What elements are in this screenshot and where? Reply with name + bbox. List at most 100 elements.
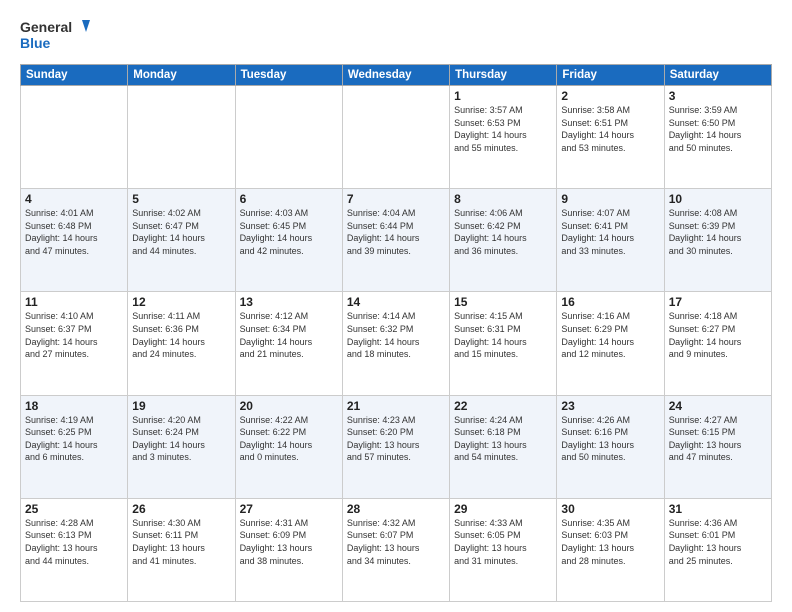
day-number: 4 bbox=[25, 192, 123, 206]
logo: General Blue bbox=[20, 16, 90, 56]
day-info: Sunrise: 4:01 AM Sunset: 6:48 PM Dayligh… bbox=[25, 207, 123, 257]
day-info: Sunrise: 3:58 AM Sunset: 6:51 PM Dayligh… bbox=[561, 104, 659, 154]
day-info: Sunrise: 4:03 AM Sunset: 6:45 PM Dayligh… bbox=[240, 207, 338, 257]
calendar: SundayMondayTuesdayWednesdayThursdayFrid… bbox=[20, 64, 772, 602]
day-number: 11 bbox=[25, 295, 123, 309]
day-number: 21 bbox=[347, 399, 445, 413]
day-info: Sunrise: 3:59 AM Sunset: 6:50 PM Dayligh… bbox=[669, 104, 767, 154]
week-row-5: 25Sunrise: 4:28 AM Sunset: 6:13 PM Dayli… bbox=[21, 498, 772, 601]
day-cell: 28Sunrise: 4:32 AM Sunset: 6:07 PM Dayli… bbox=[342, 498, 449, 601]
day-cell: 7Sunrise: 4:04 AM Sunset: 6:44 PM Daylig… bbox=[342, 189, 449, 292]
day-info: Sunrise: 4:26 AM Sunset: 6:16 PM Dayligh… bbox=[561, 414, 659, 464]
day-cell: 6Sunrise: 4:03 AM Sunset: 6:45 PM Daylig… bbox=[235, 189, 342, 292]
day-info: Sunrise: 4:14 AM Sunset: 6:32 PM Dayligh… bbox=[347, 310, 445, 360]
day-cell: 16Sunrise: 4:16 AM Sunset: 6:29 PM Dayli… bbox=[557, 292, 664, 395]
day-cell: 3Sunrise: 3:59 AM Sunset: 6:50 PM Daylig… bbox=[664, 86, 771, 189]
day-info: Sunrise: 4:27 AM Sunset: 6:15 PM Dayligh… bbox=[669, 414, 767, 464]
week-row-2: 4Sunrise: 4:01 AM Sunset: 6:48 PM Daylig… bbox=[21, 189, 772, 292]
day-number: 29 bbox=[454, 502, 552, 516]
day-info: Sunrise: 4:36 AM Sunset: 6:01 PM Dayligh… bbox=[669, 517, 767, 567]
day-cell bbox=[235, 86, 342, 189]
week-row-4: 18Sunrise: 4:19 AM Sunset: 6:25 PM Dayli… bbox=[21, 395, 772, 498]
day-cell bbox=[21, 86, 128, 189]
day-cell: 29Sunrise: 4:33 AM Sunset: 6:05 PM Dayli… bbox=[450, 498, 557, 601]
day-cell: 12Sunrise: 4:11 AM Sunset: 6:36 PM Dayli… bbox=[128, 292, 235, 395]
day-info: Sunrise: 4:23 AM Sunset: 6:20 PM Dayligh… bbox=[347, 414, 445, 464]
day-info: Sunrise: 4:04 AM Sunset: 6:44 PM Dayligh… bbox=[347, 207, 445, 257]
day-number: 30 bbox=[561, 502, 659, 516]
day-number: 16 bbox=[561, 295, 659, 309]
day-info: Sunrise: 4:02 AM Sunset: 6:47 PM Dayligh… bbox=[132, 207, 230, 257]
day-cell: 15Sunrise: 4:15 AM Sunset: 6:31 PM Dayli… bbox=[450, 292, 557, 395]
day-info: Sunrise: 4:07 AM Sunset: 6:41 PM Dayligh… bbox=[561, 207, 659, 257]
day-cell: 17Sunrise: 4:18 AM Sunset: 6:27 PM Dayli… bbox=[664, 292, 771, 395]
day-info: Sunrise: 4:33 AM Sunset: 6:05 PM Dayligh… bbox=[454, 517, 552, 567]
day-cell: 23Sunrise: 4:26 AM Sunset: 6:16 PM Dayli… bbox=[557, 395, 664, 498]
logo-svg: General Blue bbox=[20, 16, 90, 56]
weekday-header-sunday: Sunday bbox=[21, 65, 128, 86]
weekday-header-friday: Friday bbox=[557, 65, 664, 86]
day-cell: 27Sunrise: 4:31 AM Sunset: 6:09 PM Dayli… bbox=[235, 498, 342, 601]
day-cell: 19Sunrise: 4:20 AM Sunset: 6:24 PM Dayli… bbox=[128, 395, 235, 498]
day-info: Sunrise: 4:18 AM Sunset: 6:27 PM Dayligh… bbox=[669, 310, 767, 360]
day-cell bbox=[128, 86, 235, 189]
svg-text:Blue: Blue bbox=[20, 35, 51, 51]
day-number: 2 bbox=[561, 89, 659, 103]
day-cell: 18Sunrise: 4:19 AM Sunset: 6:25 PM Dayli… bbox=[21, 395, 128, 498]
weekday-header-tuesday: Tuesday bbox=[235, 65, 342, 86]
weekday-header-monday: Monday bbox=[128, 65, 235, 86]
day-number: 20 bbox=[240, 399, 338, 413]
day-cell: 11Sunrise: 4:10 AM Sunset: 6:37 PM Dayli… bbox=[21, 292, 128, 395]
day-number: 23 bbox=[561, 399, 659, 413]
day-number: 19 bbox=[132, 399, 230, 413]
day-info: Sunrise: 4:28 AM Sunset: 6:13 PM Dayligh… bbox=[25, 517, 123, 567]
day-number: 7 bbox=[347, 192, 445, 206]
day-number: 5 bbox=[132, 192, 230, 206]
day-number: 14 bbox=[347, 295, 445, 309]
svg-text:General: General bbox=[20, 19, 72, 35]
day-info: Sunrise: 4:08 AM Sunset: 6:39 PM Dayligh… bbox=[669, 207, 767, 257]
weekday-header-wednesday: Wednesday bbox=[342, 65, 449, 86]
day-cell: 22Sunrise: 4:24 AM Sunset: 6:18 PM Dayli… bbox=[450, 395, 557, 498]
day-info: Sunrise: 4:10 AM Sunset: 6:37 PM Dayligh… bbox=[25, 310, 123, 360]
day-info: Sunrise: 4:24 AM Sunset: 6:18 PM Dayligh… bbox=[454, 414, 552, 464]
day-cell: 13Sunrise: 4:12 AM Sunset: 6:34 PM Dayli… bbox=[235, 292, 342, 395]
day-cell: 20Sunrise: 4:22 AM Sunset: 6:22 PM Dayli… bbox=[235, 395, 342, 498]
day-info: Sunrise: 4:35 AM Sunset: 6:03 PM Dayligh… bbox=[561, 517, 659, 567]
day-cell: 4Sunrise: 4:01 AM Sunset: 6:48 PM Daylig… bbox=[21, 189, 128, 292]
day-number: 9 bbox=[561, 192, 659, 206]
day-info: Sunrise: 4:31 AM Sunset: 6:09 PM Dayligh… bbox=[240, 517, 338, 567]
day-info: Sunrise: 4:30 AM Sunset: 6:11 PM Dayligh… bbox=[132, 517, 230, 567]
day-number: 8 bbox=[454, 192, 552, 206]
day-number: 22 bbox=[454, 399, 552, 413]
day-number: 27 bbox=[240, 502, 338, 516]
day-cell: 14Sunrise: 4:14 AM Sunset: 6:32 PM Dayli… bbox=[342, 292, 449, 395]
day-number: 10 bbox=[669, 192, 767, 206]
day-number: 24 bbox=[669, 399, 767, 413]
day-cell: 5Sunrise: 4:02 AM Sunset: 6:47 PM Daylig… bbox=[128, 189, 235, 292]
day-number: 31 bbox=[669, 502, 767, 516]
week-row-1: 1Sunrise: 3:57 AM Sunset: 6:53 PM Daylig… bbox=[21, 86, 772, 189]
day-cell: 1Sunrise: 3:57 AM Sunset: 6:53 PM Daylig… bbox=[450, 86, 557, 189]
header: General Blue bbox=[20, 16, 772, 56]
day-number: 15 bbox=[454, 295, 552, 309]
day-info: Sunrise: 4:12 AM Sunset: 6:34 PM Dayligh… bbox=[240, 310, 338, 360]
day-cell: 9Sunrise: 4:07 AM Sunset: 6:41 PM Daylig… bbox=[557, 189, 664, 292]
day-number: 13 bbox=[240, 295, 338, 309]
day-cell: 25Sunrise: 4:28 AM Sunset: 6:13 PM Dayli… bbox=[21, 498, 128, 601]
day-cell: 2Sunrise: 3:58 AM Sunset: 6:51 PM Daylig… bbox=[557, 86, 664, 189]
day-info: Sunrise: 4:32 AM Sunset: 6:07 PM Dayligh… bbox=[347, 517, 445, 567]
day-cell: 24Sunrise: 4:27 AM Sunset: 6:15 PM Dayli… bbox=[664, 395, 771, 498]
day-cell: 8Sunrise: 4:06 AM Sunset: 6:42 PM Daylig… bbox=[450, 189, 557, 292]
day-number: 3 bbox=[669, 89, 767, 103]
day-cell bbox=[342, 86, 449, 189]
day-info: Sunrise: 4:22 AM Sunset: 6:22 PM Dayligh… bbox=[240, 414, 338, 464]
day-cell: 10Sunrise: 4:08 AM Sunset: 6:39 PM Dayli… bbox=[664, 189, 771, 292]
day-number: 26 bbox=[132, 502, 230, 516]
day-cell: 30Sunrise: 4:35 AM Sunset: 6:03 PM Dayli… bbox=[557, 498, 664, 601]
day-cell: 21Sunrise: 4:23 AM Sunset: 6:20 PM Dayli… bbox=[342, 395, 449, 498]
weekday-header-thursday: Thursday bbox=[450, 65, 557, 86]
weekday-header-saturday: Saturday bbox=[664, 65, 771, 86]
week-row-3: 11Sunrise: 4:10 AM Sunset: 6:37 PM Dayli… bbox=[21, 292, 772, 395]
day-cell: 31Sunrise: 4:36 AM Sunset: 6:01 PM Dayli… bbox=[664, 498, 771, 601]
